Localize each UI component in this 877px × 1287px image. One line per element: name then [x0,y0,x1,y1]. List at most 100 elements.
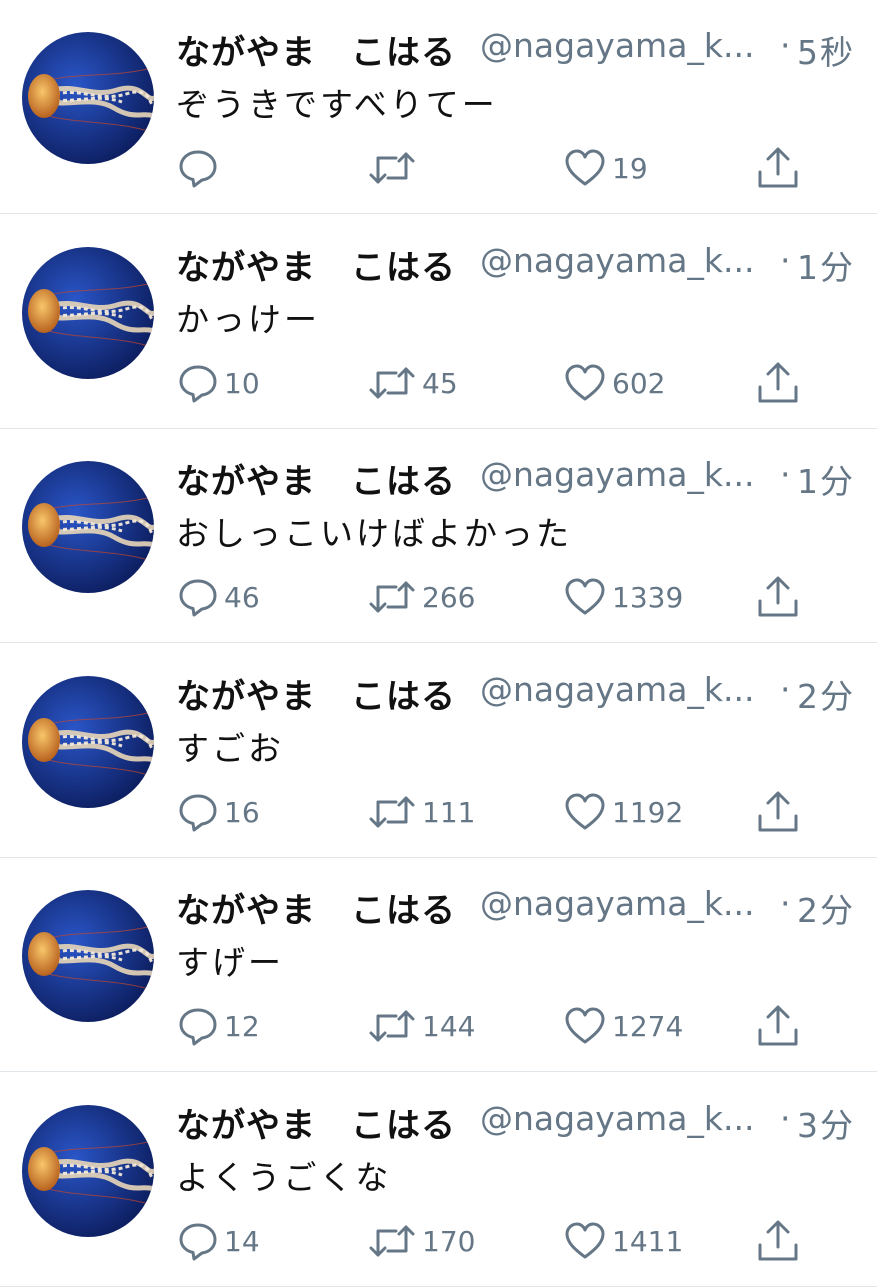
retweet-arrows-icon [369,581,415,613]
retweet-count: 170 [422,1224,476,1258]
jellyfish-image [22,247,154,379]
tweet[interactable]: ながやま こはる @nagayama_k... · 1分 かっけー 10 45 [0,215,877,429]
heart-icon [565,149,605,186]
like-button[interactable]: 602 [564,361,665,405]
username-handle[interactable]: @nagayama_k... [480,26,755,65]
retweet-button[interactable]: 266 [368,575,475,619]
like-count: 1411 [612,1224,684,1258]
reply-count: 46 [224,580,260,614]
timestamp[interactable]: 1分 [797,241,855,289]
reply-button[interactable]: 46 [178,575,260,619]
retweet-button[interactable]: 144 [368,1004,475,1048]
tweet[interactable]: ながやま こはる @nagayama_k... · 3分 よくうごくな 14 1… [0,1073,877,1287]
tweet[interactable]: ながやま こはる @nagayama_k... · 2分 すげー 12 144 [0,858,877,1072]
tweet[interactable]: ながやま こはる @nagayama_k... · 1分 おしっこいけばよかった… [0,429,877,643]
like-button[interactable]: 1411 [564,1219,683,1263]
tweet-text: すごお [176,729,284,768]
share-button[interactable] [756,575,800,619]
heart-icon [565,578,605,615]
share-upload-icon [758,576,798,617]
heart-icon [565,364,605,401]
retweet-button[interactable]: 170 [368,1219,475,1263]
share-upload-icon [758,791,798,832]
reply-count: 14 [224,1224,260,1258]
tweet-text: おしっこいけばよかった [176,514,572,553]
reply-button[interactable]: 10 [178,361,260,405]
display-name[interactable]: ながやま こはる [176,669,456,718]
jellyfish-image [22,890,154,1022]
username-handle[interactable]: @nagayama_k... [480,670,755,709]
jellyfish-image [22,461,154,593]
timestamp[interactable]: 2分 [797,884,855,932]
heart-icon [565,1007,605,1044]
display-name[interactable]: ながやま こはる [176,25,456,74]
avatar[interactable] [22,32,154,164]
username-handle[interactable]: @nagayama_k... [480,1099,755,1138]
tweet[interactable]: ながやま こはる @nagayama_k... · 5秒 ぞうきですべりてー 1… [0,0,877,214]
jellyfish-image [22,1105,154,1237]
share-button[interactable] [756,146,800,190]
speech-bubble-icon [179,365,217,403]
display-name[interactable]: ながやま こはる [176,1098,456,1147]
timestamp[interactable]: 5秒 [797,26,855,74]
share-button[interactable] [756,1219,800,1263]
username-handle[interactable]: @nagayama_k... [480,241,755,280]
like-button[interactable]: 1339 [564,575,683,619]
like-button[interactable]: 19 [564,146,648,190]
reply-count: 10 [224,366,260,400]
retweet-button[interactable]: 111 [368,790,475,834]
share-upload-icon [758,1220,798,1261]
separator-dot: · [780,670,791,709]
speech-bubble-icon [179,1223,217,1261]
speech-bubble-icon [179,1008,217,1046]
share-button[interactable] [756,790,800,834]
separator-dot: · [780,455,791,494]
speech-bubble-icon [179,579,217,617]
like-count: 602 [612,366,666,400]
separator-dot: · [780,1099,791,1138]
share-upload-icon [758,147,798,188]
display-name[interactable]: ながやま こはる [176,454,456,503]
retweet-button[interactable]: 45 [368,361,458,405]
display-name[interactable]: ながやま こはる [176,240,456,289]
reply-button[interactable] [178,146,224,190]
share-button[interactable] [756,361,800,405]
retweet-count: 144 [422,1009,476,1043]
username-handle[interactable]: @nagayama_k... [480,455,755,494]
avatar[interactable] [22,247,154,379]
tweet-text: よくうごくな [176,1158,392,1197]
separator-dot: · [780,26,791,65]
reply-count: 16 [224,795,260,829]
tweet-divider [0,642,877,643]
username-handle[interactable]: @nagayama_k... [480,884,755,923]
share-upload-icon [758,1005,798,1046]
share-button[interactable] [756,1004,800,1048]
reply-button[interactable]: 12 [178,1004,260,1048]
avatar[interactable] [22,890,154,1022]
retweet-arrows-icon [369,1225,415,1257]
tweet-text: ぞうきですべりてー [176,85,498,124]
retweet-button[interactable] [368,146,422,190]
like-button[interactable]: 1274 [564,1004,683,1048]
separator-dot: · [780,884,791,923]
timestamp[interactable]: 3分 [797,1099,855,1147]
like-count: 1274 [612,1009,684,1043]
reply-button[interactable]: 14 [178,1219,260,1263]
avatar[interactable] [22,676,154,808]
tweet-divider [0,213,877,214]
like-button[interactable]: 1192 [564,790,683,834]
share-upload-icon [758,362,798,403]
timestamp[interactable]: 2分 [797,670,855,718]
tweet[interactable]: ながやま こはる @nagayama_k... · 2分 すごお 16 111 [0,644,877,858]
retweet-arrows-icon [369,796,415,828]
retweet-count: 111 [422,795,476,829]
reply-button[interactable]: 16 [178,790,260,834]
avatar[interactable] [22,461,154,593]
speech-bubble-icon [179,794,217,832]
jellyfish-image [22,32,154,164]
avatar[interactable] [22,1105,154,1237]
display-name[interactable]: ながやま こはる [176,883,456,932]
timestamp[interactable]: 1分 [797,455,855,503]
separator-dot: · [780,241,791,280]
tweet-text: すげー [176,943,284,982]
